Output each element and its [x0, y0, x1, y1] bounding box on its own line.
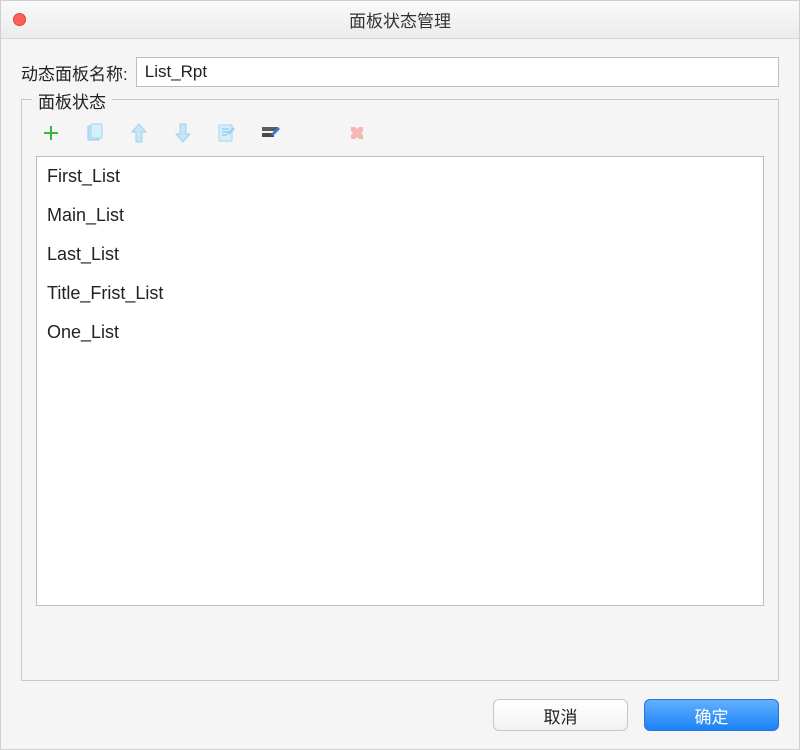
add-icon[interactable]	[40, 122, 62, 144]
dialog-window: 面板状态管理 动态面板名称: 面板状态	[0, 0, 800, 750]
window-title: 面板状态管理	[13, 7, 787, 32]
edit2-icon[interactable]	[260, 122, 282, 144]
arrow-down-icon[interactable]	[172, 122, 194, 144]
window-controls	[13, 13, 26, 26]
name-row: 动态面板名称:	[21, 57, 779, 87]
titlebar: 面板状态管理	[1, 1, 799, 39]
list-item[interactable]: Main_List	[37, 196, 763, 235]
cancel-button[interactable]: 取消	[493, 699, 628, 731]
toolbar	[36, 114, 764, 156]
list-item[interactable]: One_List	[37, 313, 763, 352]
copy-icon[interactable]	[84, 122, 106, 144]
content-area: 动态面板名称: 面板状态	[1, 39, 799, 685]
edit-icon[interactable]	[216, 122, 238, 144]
delete-icon[interactable]	[346, 122, 368, 144]
close-icon[interactable]	[13, 13, 26, 26]
footer: 取消 确定	[1, 685, 799, 749]
list-item[interactable]: Title_Frist_List	[37, 274, 763, 313]
states-listbox[interactable]: First_List Main_List Last_List Title_Fri…	[36, 156, 764, 606]
panel-name-input[interactable]	[136, 57, 779, 87]
list-item[interactable]: Last_List	[37, 235, 763, 274]
name-label: 动态面板名称:	[21, 60, 128, 85]
ok-button[interactable]: 确定	[644, 699, 779, 731]
list-item[interactable]: First_List	[37, 157, 763, 196]
states-fieldset: 面板状态	[21, 99, 779, 681]
fieldset-legend: 面板状态	[32, 88, 112, 113]
arrow-up-icon[interactable]	[128, 122, 150, 144]
